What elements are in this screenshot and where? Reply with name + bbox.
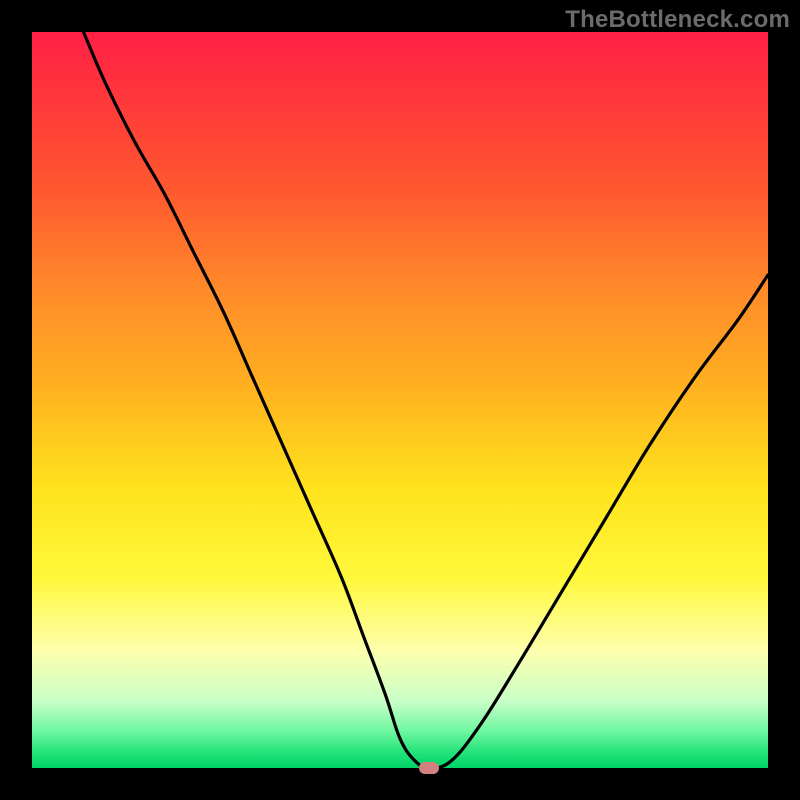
curve-line bbox=[32, 32, 768, 768]
plot-area bbox=[32, 32, 768, 768]
watermark-text: TheBottleneck.com bbox=[565, 6, 790, 34]
min-marker bbox=[419, 762, 439, 774]
chart-frame: TheBottleneck.com bbox=[0, 0, 800, 800]
